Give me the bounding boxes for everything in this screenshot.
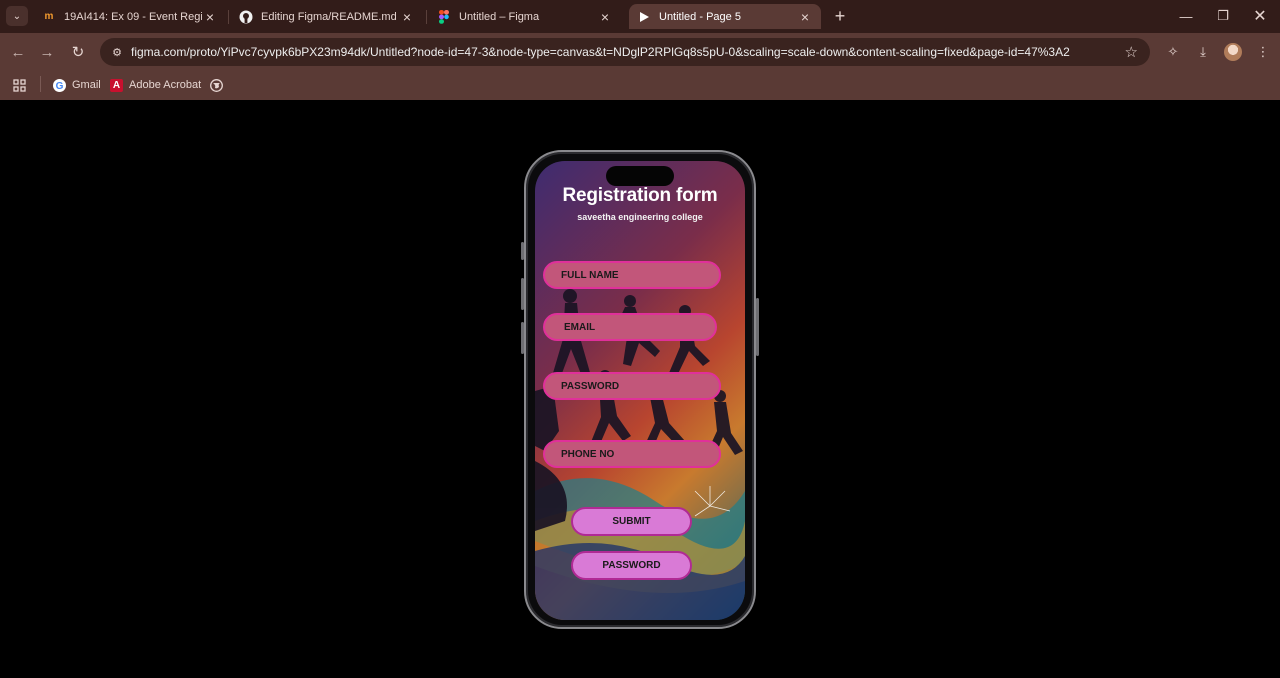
form-title: Registration form xyxy=(562,185,718,206)
button-label: PASSWORD xyxy=(602,560,661,571)
phone-number-field[interactable]: PHONE NO xyxy=(543,440,721,468)
forward-button[interactable]: → xyxy=(37,42,57,62)
plus-icon: + xyxy=(834,5,846,26)
close-icon: ✕ xyxy=(1253,8,1267,25)
close-icon[interactable]: × xyxy=(597,9,613,25)
tab-figma[interactable]: Untitled – Figma × xyxy=(429,4,621,29)
field-placeholder: EMAIL xyxy=(564,321,596,333)
restore-icon: ❐ xyxy=(1217,8,1229,23)
new-tab-button[interactable]: + xyxy=(830,6,850,26)
apps-button[interactable] xyxy=(13,76,32,94)
close-icon[interactable]: × xyxy=(797,9,813,25)
kebab-menu-icon[interactable]: ⋮ xyxy=(1254,43,1272,61)
globe-icon xyxy=(210,78,223,92)
email-field[interactable]: EMAIL xyxy=(543,313,717,341)
tab-prototype[interactable]: Untitled - Page 5 × xyxy=(629,4,821,29)
tab-divider xyxy=(228,10,229,24)
url-text[interactable]: figma.com/proto/YiPvc7cyvpk6bPX23m94dk/U… xyxy=(131,45,1111,59)
prototype-screen: Registration form saveetha engineering c… xyxy=(535,161,745,620)
tab-strip: ⌄ m 19AI414: Ex 09 - Event Registrat × E… xyxy=(0,0,1280,33)
tab-title: 19AI414: Ex 09 - Event Registrat xyxy=(64,10,202,23)
svg-text:G: G xyxy=(56,81,64,92)
close-icon[interactable]: × xyxy=(399,9,415,25)
tab-moodle[interactable]: m 19AI414: Ex 09 - Event Registrat × xyxy=(34,4,226,29)
bookmark-label: Adobe Acrobat xyxy=(129,79,202,91)
phone-side-button xyxy=(756,298,759,356)
play-icon xyxy=(637,10,651,24)
browser-toolbar: ← → ↻ ⚙ figma.com/proto/YiPvc7cyvpk6bPX2… xyxy=(0,33,1280,71)
minimize-button[interactable]: — xyxy=(1176,6,1196,26)
tab-title: Editing Figma/README.md at m xyxy=(261,10,399,23)
minimize-icon: — xyxy=(1179,8,1193,24)
field-placeholder: FULL NAME xyxy=(561,269,619,281)
star-icon[interactable]: ☆ xyxy=(1125,43,1138,61)
dynamic-island xyxy=(606,166,674,186)
bookmarks-divider xyxy=(40,76,41,92)
bookmark-gmail[interactable]: G Gmail xyxy=(53,76,101,94)
field-placeholder: PHONE NO xyxy=(561,448,615,460)
avatar[interactable] xyxy=(1224,43,1242,61)
tab-divider xyxy=(426,10,427,24)
site-info-icon[interactable]: ⚙ xyxy=(110,45,124,59)
google-icon: G xyxy=(53,78,66,92)
reload-button[interactable]: ↻ xyxy=(68,42,88,62)
close-icon[interactable]: × xyxy=(202,9,218,25)
figma-icon xyxy=(437,9,451,24)
arrow-left-icon: ← xyxy=(10,43,26,61)
bookmark-globe[interactable] xyxy=(210,76,229,94)
chevron-down-icon: ⌄ xyxy=(12,10,22,22)
close-window-button[interactable]: ✕ xyxy=(1250,6,1270,26)
moodle-icon: m xyxy=(44,11,54,22)
restore-button[interactable]: ❐ xyxy=(1213,6,1233,26)
tab-title: Untitled - Page 5 xyxy=(659,10,741,23)
full-name-field[interactable]: FULL NAME xyxy=(543,261,721,289)
password-field[interactable]: PASSWORD xyxy=(543,372,721,400)
bookmarks-bar: G Gmail A Adobe Acrobat xyxy=(0,71,1280,100)
reload-icon: ↻ xyxy=(71,44,85,61)
address-bar[interactable]: ⚙ figma.com/proto/YiPvc7cyvpk6bPX23m94dk… xyxy=(100,38,1150,66)
apps-grid-icon xyxy=(13,78,26,92)
extension-icon[interactable]: ✧ xyxy=(1164,43,1182,61)
submit-button[interactable]: SUBMIT xyxy=(571,507,692,536)
github-icon xyxy=(239,10,253,24)
bookmark-label: Gmail xyxy=(72,79,101,91)
download-icon[interactable]: ⤓ xyxy=(1194,43,1212,61)
password-button[interactable]: PASSWORD xyxy=(571,551,692,580)
button-label: SUBMIT xyxy=(612,516,651,527)
phone-frame: Registration form saveetha engineering c… xyxy=(524,150,756,629)
bookmark-adobe-acrobat[interactable]: A Adobe Acrobat xyxy=(110,76,201,94)
arrow-right-icon: → xyxy=(39,43,55,61)
tab-title: Untitled – Figma xyxy=(459,10,540,23)
field-placeholder: PASSWORD xyxy=(561,380,620,392)
form-subtitle: saveetha engineering college xyxy=(577,212,703,222)
back-button[interactable]: ← xyxy=(8,42,28,62)
tab-github[interactable]: Editing Figma/README.md at m × xyxy=(231,4,423,29)
acrobat-icon: A xyxy=(110,78,123,92)
tab-search-button[interactable]: ⌄ xyxy=(6,6,28,26)
